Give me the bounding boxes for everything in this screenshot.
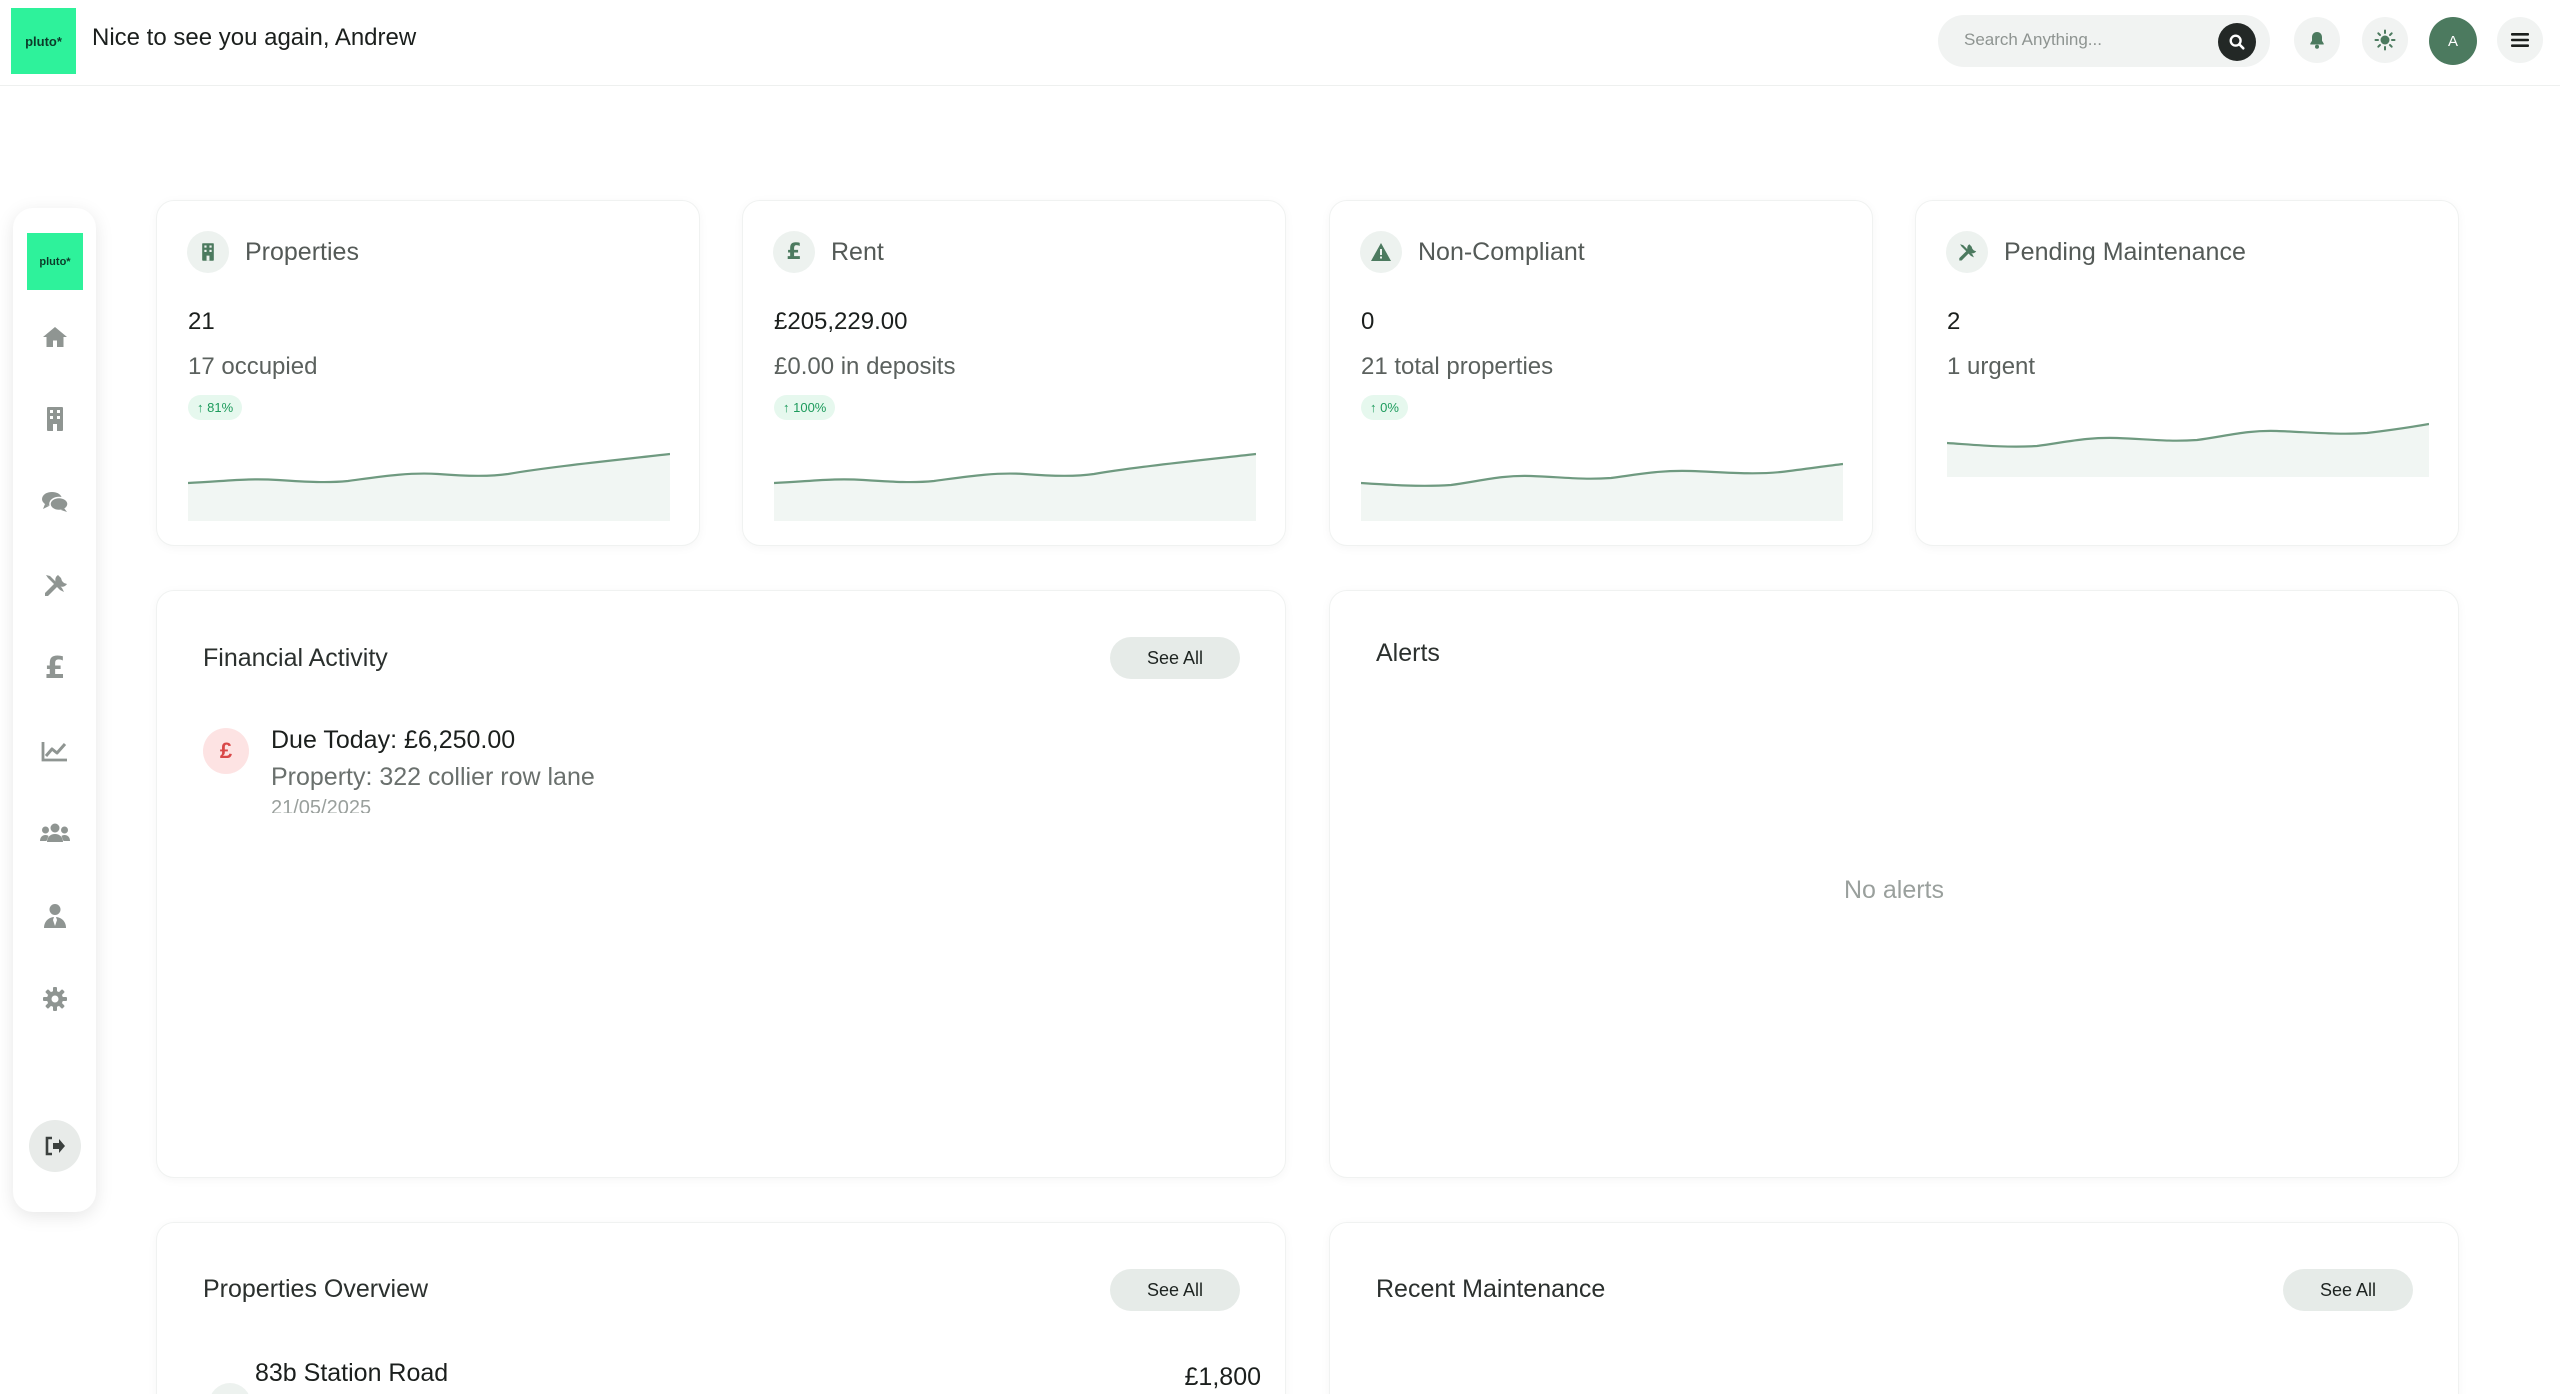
sparkline-chart bbox=[774, 452, 1256, 521]
search-button[interactable] bbox=[2218, 23, 2256, 61]
transaction-title: Due Today: £6,250.00 bbox=[271, 726, 516, 754]
stat-title: Rent bbox=[831, 237, 884, 266]
sidebar-item-finance[interactable]: £ bbox=[34, 647, 76, 689]
stat-change-badge: ↑ 100% bbox=[774, 395, 836, 420]
stat-subtitle: £0.00 in deposits bbox=[774, 353, 956, 380]
stat-card-rent: £ Rent £205,229.00 £0.00 in deposits ↑ 1… bbox=[742, 200, 1286, 546]
table-row[interactable]: 83b Station Road £1,800 bbox=[203, 1359, 1261, 1394]
empty-state-text: No alerts bbox=[1843, 876, 1945, 904]
menu-button[interactable] bbox=[2497, 17, 2543, 63]
search-icon bbox=[2229, 34, 2245, 50]
sidebar-item-maintenance[interactable] bbox=[34, 564, 76, 606]
panel-title: Recent Maintenance bbox=[1376, 1275, 1606, 1303]
recent-maintenance-panel: Recent Maintenance See All bbox=[1329, 1222, 2459, 1394]
see-all-button[interactable]: See All bbox=[1110, 637, 1240, 679]
stat-subtitle: 1 urgent bbox=[1947, 353, 2036, 380]
transaction-date: 21/05/2025 bbox=[271, 797, 372, 813]
stat-title: Non-Compliant bbox=[1418, 237, 1585, 266]
stat-change-badge: ↑ 0% bbox=[1361, 395, 1408, 420]
sign-out-icon bbox=[45, 1136, 65, 1156]
property-rent: £1,800 bbox=[1184, 1363, 1261, 1391]
sidebar-item-tenants[interactable] bbox=[34, 812, 76, 854]
stat-subtitle: 21 total properties bbox=[1361, 353, 1554, 380]
list-item[interactable]: £ Due Today: £6,250.00 Property: 322 col… bbox=[203, 721, 703, 813]
sparkline-chart bbox=[1947, 422, 2429, 477]
search-box[interactable]: Search Anything... bbox=[1938, 15, 2270, 67]
building-icon bbox=[209, 1383, 251, 1394]
alerts-panel: Alerts No alerts bbox=[1329, 590, 2459, 1178]
stat-card-properties: Properties 21 17 occupied ↑ 81% bbox=[156, 200, 700, 546]
see-all-button[interactable]: See All bbox=[1110, 1269, 1240, 1311]
sidebar-item-properties[interactable] bbox=[34, 398, 76, 440]
users-icon bbox=[40, 823, 70, 842]
stat-value: £205,229.00 bbox=[774, 308, 908, 335]
chart-line-icon bbox=[41, 742, 67, 762]
stat-title: Pending Maintenance bbox=[2004, 237, 2246, 266]
notifications-button[interactable] bbox=[2294, 17, 2340, 63]
sidebar-item-reports[interactable] bbox=[34, 730, 76, 772]
tools-icon bbox=[45, 575, 67, 596]
top-bar: pluto* Nice to see you again, Andrew Sea… bbox=[0, 0, 2560, 86]
pound-icon: £ bbox=[773, 231, 815, 273]
stat-value: 2 bbox=[1947, 308, 1961, 335]
chat-icon bbox=[42, 492, 69, 512]
gear-icon bbox=[43, 987, 67, 1011]
user-avatar[interactable]: A bbox=[2429, 17, 2477, 65]
stat-card-non-compliant: Non-Compliant 0 21 total properties ↑ 0% bbox=[1329, 200, 1873, 546]
user-tie-icon bbox=[44, 904, 66, 928]
stat-title: Properties bbox=[245, 237, 359, 266]
bell-icon bbox=[2310, 32, 2324, 49]
stat-card-pending-maintenance: Pending Maintenance 2 1 urgent bbox=[1915, 200, 2459, 546]
financial-activity-panel: Financial Activity See All £ Due Today: … bbox=[156, 590, 1286, 1178]
stat-value: 0 bbox=[1361, 308, 1375, 335]
logout-button[interactable] bbox=[29, 1120, 81, 1172]
pound-icon: £ bbox=[44, 650, 66, 686]
building-icon bbox=[187, 231, 229, 273]
sidebar: pluto* £ bbox=[13, 208, 96, 1212]
panel-title: Alerts bbox=[1376, 639, 1440, 667]
stat-subtitle: 17 occupied bbox=[188, 353, 318, 380]
theme-toggle-button[interactable] bbox=[2362, 17, 2408, 63]
building-icon bbox=[47, 407, 63, 431]
properties-overview-panel: Properties Overview See All 83b Station … bbox=[156, 1222, 1286, 1394]
see-all-button[interactable]: See All bbox=[2283, 1269, 2413, 1311]
sidebar-item-settings[interactable] bbox=[34, 978, 76, 1020]
sun-icon bbox=[2374, 29, 2396, 51]
welcome-message: Nice to see you again, Andrew bbox=[92, 24, 417, 51]
warning-icon bbox=[1360, 231, 1402, 273]
sidebar-item-contacts[interactable] bbox=[34, 895, 76, 937]
home-icon bbox=[43, 327, 67, 347]
sparkline-chart bbox=[188, 452, 670, 521]
sidebar-item-messages[interactable] bbox=[34, 481, 76, 523]
tools-icon bbox=[1946, 231, 1988, 273]
sidebar-item-home[interactable] bbox=[34, 316, 76, 358]
sidebar-logo[interactable]: pluto* bbox=[27, 233, 83, 290]
property-name: 83b Station Road bbox=[255, 1359, 449, 1387]
stat-change-badge: ↑ 81% bbox=[188, 395, 243, 420]
stat-value: 21 bbox=[188, 308, 215, 335]
sparkline-chart bbox=[1361, 462, 1843, 521]
hamburger-icon bbox=[2511, 33, 2529, 47]
transaction-property: Property: 322 collier row lane bbox=[271, 763, 595, 791]
app-logo[interactable]: pluto* bbox=[11, 8, 76, 74]
search-input[interactable]: Search Anything... bbox=[1964, 30, 2102, 50]
pound-icon: £ bbox=[203, 728, 249, 774]
panel-title: Properties Overview bbox=[203, 1275, 429, 1303]
panel-title: Financial Activity bbox=[203, 644, 388, 672]
